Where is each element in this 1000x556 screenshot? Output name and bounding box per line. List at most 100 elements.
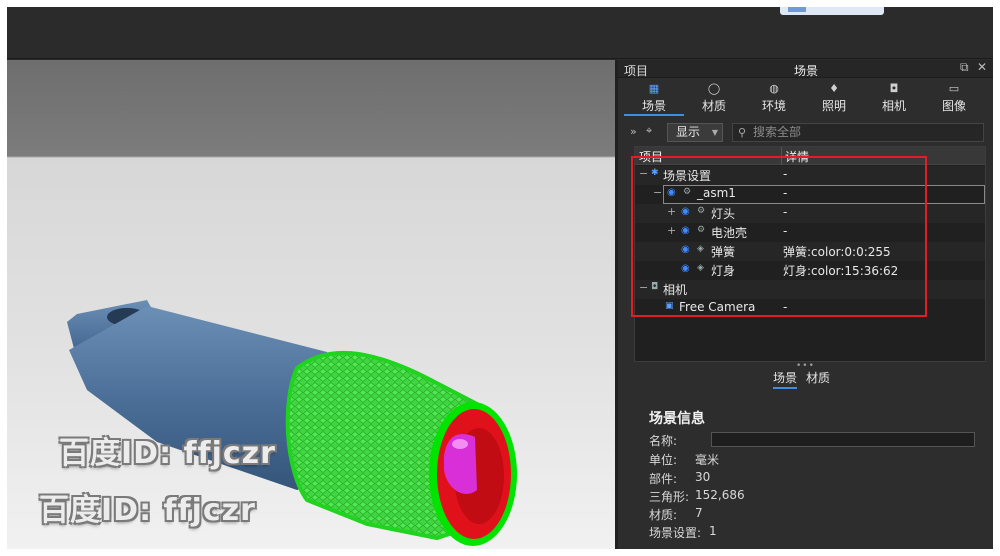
bottom-tabs: ••• 场景 材质 — [618, 361, 993, 389]
panel-tabs: ▦ 场景 ◯ 材质 ◍ 环境 ♦ 照明 ◘ 相机 ▭ 图像 — [618, 80, 993, 116]
camera-object-icon: ▣ — [665, 301, 674, 311]
info-materials-value: 7 — [695, 506, 703, 520]
assembly-icon: ⚙ — [697, 225, 706, 235]
3d-viewport[interactable]: 百度ID: ffjczr 百度ID: ffjczr — [7, 60, 615, 549]
tree-row-detail: - — [783, 167, 788, 181]
tree-row-asm1[interactable]: − ◉ ⚙ _asm1 - — [635, 185, 985, 204]
info-unit-row: 单位: 毫米 — [649, 451, 719, 468]
info-triangles-value: 152,686 — [695, 488, 745, 502]
tab-environment-label: 环境 — [761, 99, 786, 113]
camera-icon: ◘ — [651, 282, 659, 292]
info-name-label: 名称: — [649, 434, 678, 448]
collapse-icon[interactable]: − — [653, 186, 662, 199]
tree-row-detail: 弹簧:color:0:0:255 — [783, 245, 891, 259]
tree-row-scene-settings[interactable]: − ✱ 场景设置 - — [635, 166, 985, 185]
info-scene-settings-label: 场景设置: — [649, 526, 702, 540]
info-triangles-row: 三角形: 152,686 — [649, 488, 745, 505]
scene-tree: 项目 详情 − ✱ 场景设置 - − ◉ ⚙ _asm1 - + ◉ ⚙ 灯头 … — [634, 146, 986, 362]
tab-camera[interactable]: ◘ 相机 — [864, 80, 924, 116]
tree-row-free-camera[interactable]: ▣ Free Camera - — [635, 299, 985, 318]
scene-panel: 项目 场景 ⧉ ✕ ▦ 场景 ◯ 材质 ◍ 环境 ♦ 照明 ◘ 相机 ▭ 图像 … — [618, 60, 993, 549]
camera-icon: ◘ — [889, 82, 899, 95]
filter-icon[interactable]: ⌖ — [646, 124, 652, 138]
tab-lighting[interactable]: ♦ 照明 — [804, 80, 864, 116]
tree-row-label: _asm1 — [697, 186, 736, 200]
environment-icon: ◍ — [769, 82, 779, 95]
tree-row-battery-case[interactable]: + ◉ ⚙ 电池壳 - — [635, 223, 985, 242]
panel-titlebar: 项目 场景 ⧉ ✕ — [618, 60, 993, 78]
tree-row-label: 弹簧 — [711, 245, 736, 259]
subtab-scene[interactable]: 场景 — [773, 369, 798, 389]
restore-icon[interactable]: ⧉ — [960, 60, 969, 75]
tree-row-label: 相机 — [663, 283, 688, 297]
tab-environment[interactable]: ◍ 环境 — [744, 80, 804, 116]
top-menu-widget[interactable] — [780, 7, 884, 15]
image-icon: ▭ — [948, 82, 960, 95]
tree-row-detail: 灯身:color:15:36:62 — [783, 264, 899, 278]
eye-icon[interactable]: ◉ — [667, 187, 676, 198]
display-dropdown[interactable]: 显示 ▼ — [667, 123, 723, 142]
search-icon: ⚲ — [738, 126, 747, 139]
eye-icon[interactable]: ◉ — [681, 244, 690, 255]
eye-icon[interactable]: ◉ — [681, 225, 690, 236]
watermark-2: 百度ID: ffjczr — [39, 493, 256, 528]
info-triangles-label: 三角形: — [649, 490, 690, 504]
expand-icon[interactable]: + — [667, 205, 676, 218]
tree-toolbar: » ⌖ 显示 ▼ ⚲ 搜索全部 — [624, 122, 986, 144]
tree-row-label: 场景设置 — [663, 169, 712, 183]
tree-row-label: 灯身 — [711, 264, 736, 278]
info-scene-settings-value: 1 — [709, 524, 717, 538]
tab-scene-label: 场景 — [641, 99, 666, 113]
scene-settings-icon: ✱ — [651, 168, 659, 178]
tree-row-lamp-head[interactable]: + ◉ ⚙ 灯头 - — [635, 204, 985, 223]
panel-title: 场景 — [794, 64, 819, 78]
tree-row-detail: - — [783, 205, 788, 219]
collapse-icon[interactable]: − — [639, 281, 648, 294]
tree-row-detail: - — [783, 300, 788, 314]
material-icon: ◯ — [707, 82, 721, 95]
eye-icon[interactable]: ◉ — [681, 206, 690, 217]
info-parts-label: 部件: — [649, 472, 678, 486]
tree-row-label: Free Camera — [679, 300, 756, 314]
column-header-item[interactable]: 项目 — [639, 148, 663, 165]
chevron-down-icon: ▼ — [711, 128, 718, 137]
eye-icon[interactable]: ◉ — [681, 263, 690, 274]
flashlight-model — [67, 300, 517, 546]
subtab-material[interactable]: 材质 — [806, 369, 830, 386]
tab-material[interactable]: ◯ 材质 — [684, 80, 744, 116]
assembly-icon: ⚙ — [697, 206, 706, 216]
watermark-1: 百度ID: ffjczr — [59, 436, 276, 471]
tab-camera-label: 相机 — [881, 99, 906, 113]
close-icon[interactable]: ✕ — [977, 60, 987, 74]
assembly-icon: ⚙ — [683, 187, 692, 197]
tree-row-lamp-body[interactable]: ◉ ◈ 灯身 灯身:color:15:36:62 — [635, 261, 985, 280]
scene-icon: ▦ — [648, 82, 660, 95]
expand-icon[interactable]: » — [630, 125, 637, 138]
info-parts-row: 部件: 30 — [649, 470, 710, 487]
tree-header: 项目 详情 — [635, 147, 985, 165]
tree-row-spring[interactable]: ◉ ◈ 弹簧 弹簧:color:0:0:255 — [635, 242, 985, 261]
tree-row-detail: - — [783, 224, 788, 238]
lighting-icon: ♦ — [829, 82, 839, 95]
column-header-detail[interactable]: 详情 — [785, 148, 809, 165]
part-icon: ◈ — [697, 244, 704, 254]
collapse-icon[interactable]: − — [639, 167, 648, 180]
tree-row-detail: - — [783, 186, 788, 200]
info-name-row: 名称: — [649, 432, 975, 449]
info-parts-value: 30 — [695, 470, 711, 484]
tab-lighting-label: 照明 — [821, 99, 846, 113]
info-materials-row: 材质: 7 — [649, 506, 703, 523]
tab-material-label: 材质 — [701, 99, 726, 113]
display-dropdown-label: 显示 — [676, 125, 701, 139]
app-window: 百度ID: ffjczr 百度ID: ffjczr 项目 场景 ⧉ ✕ ▦ 场景… — [7, 7, 993, 549]
expand-icon[interactable]: + — [667, 224, 676, 237]
scene-info-title: 场景信息 — [649, 411, 705, 427]
tree-row-camera[interactable]: − ◘ 相机 — [635, 280, 985, 299]
tab-scene[interactable]: ▦ 场景 — [624, 80, 684, 116]
scene-name-field[interactable] — [711, 432, 975, 447]
part-icon: ◈ — [697, 263, 704, 273]
search-input[interactable]: ⚲ 搜索全部 — [732, 123, 984, 142]
tab-image[interactable]: ▭ 图像 — [924, 80, 984, 116]
top-toolbar — [7, 7, 993, 59]
tab-image-label: 图像 — [941, 99, 966, 113]
